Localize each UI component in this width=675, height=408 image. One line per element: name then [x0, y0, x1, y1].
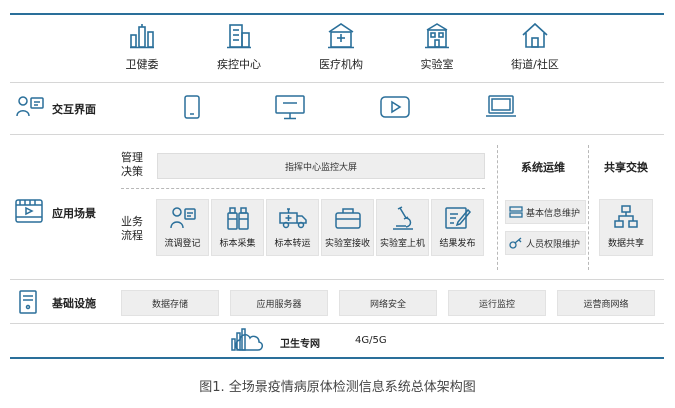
- mobile-network-label: 4G/5G: [355, 335, 387, 346]
- infra-item-carrier-network[interactable]: 运营商网络: [557, 290, 655, 316]
- org-label: 卫健委: [125, 58, 159, 71]
- mobile-phone-icon: [184, 95, 200, 119]
- infrastructure-label: 基础设施: [52, 297, 96, 310]
- org-label: 街道/社区: [511, 58, 559, 71]
- ops-item-label: 基本信息维护: [526, 208, 581, 219]
- cloud-network-icon: [231, 328, 263, 351]
- separator-2: [10, 134, 664, 135]
- ops-item-label: 人员权限维护: [526, 239, 581, 250]
- top-rule: [10, 13, 664, 15]
- flow-card-sampling[interactable]: 标本采集: [211, 199, 264, 256]
- business-label: 业务 流程: [121, 215, 143, 242]
- interaction-label: 交互界面: [52, 103, 96, 116]
- hospital-icon: [328, 23, 354, 49]
- infra-item-monitoring[interactable]: 运行监控: [448, 290, 546, 316]
- infra-item-network-security[interactable]: 网络安全: [339, 290, 437, 316]
- flow-card-transport[interactable]: 标本转运: [266, 199, 319, 256]
- figure-caption: 图1. 全场景疫情病原体检测信息系统总体架构图: [199, 380, 476, 395]
- command-center-banner: 指挥中心监控大屏: [157, 153, 485, 179]
- ops-title: 系统运维: [521, 161, 565, 174]
- bottom-rule: [10, 357, 664, 359]
- key-icon: [509, 237, 522, 249]
- cdc-building-icon: [227, 24, 251, 49]
- flow-card-publish[interactable]: 结果发布: [431, 199, 484, 256]
- separator-1: [10, 82, 664, 83]
- infra-item-label: 网络安全: [369, 299, 406, 310]
- community-house-icon: [522, 22, 548, 48]
- health-commission-icon: [130, 24, 154, 49]
- sample-bottles-icon: [227, 207, 249, 230]
- org-label: 实验室: [420, 58, 454, 71]
- report-pen-icon: [445, 207, 472, 229]
- monitor-icon: [275, 95, 305, 120]
- laptop-icon: [486, 95, 516, 117]
- management-label: 管理 决策: [121, 151, 143, 178]
- server-rack-icon: [19, 290, 37, 314]
- application-label: 应用场景: [52, 207, 96, 220]
- flow-card-survey[interactable]: 流调登记: [156, 199, 209, 256]
- infra-item-app-server[interactable]: 应用服务器: [230, 290, 328, 316]
- ops-item-basic-info[interactable]: 基本信息维护: [505, 200, 586, 224]
- video-player-icon: [380, 96, 410, 118]
- separator-4: [10, 323, 664, 324]
- microscope-icon: [393, 206, 413, 230]
- infra-item-label: 运营商网络: [583, 299, 629, 310]
- flow-card-reception[interactable]: 实验室接收: [321, 199, 374, 256]
- flow-card-label: 标本采集: [219, 239, 256, 249]
- survey-person-icon: [170, 207, 196, 229]
- flow-card-label: 结果发布: [439, 239, 476, 249]
- dashed-column-divider-1: [497, 145, 498, 270]
- dashed-column-divider-2: [588, 145, 589, 270]
- infra-item-label: 数据存储: [151, 299, 188, 310]
- network-tree-icon: [614, 205, 638, 228]
- org-label: 疾控中心: [217, 58, 261, 71]
- infra-item-label: 应用服务器: [256, 299, 302, 310]
- flow-card-testing[interactable]: 实验室上机: [376, 199, 429, 256]
- sample-box-icon: [335, 208, 361, 229]
- ambulance-icon: [279, 208, 307, 229]
- share-title: 共享交换: [604, 161, 648, 174]
- flow-card-label: 流调登记: [164, 239, 201, 249]
- private-network-label: 卫生专网: [280, 339, 320, 350]
- interaction-person-icon: [16, 96, 44, 117]
- laboratory-building-icon: [425, 23, 449, 49]
- flow-card-label: 实验室接收: [324, 239, 370, 249]
- flow-card-label: 数据共享: [607, 239, 644, 249]
- command-center-text: 指挥中心监控大屏: [284, 162, 357, 173]
- server-list-icon: [509, 206, 523, 218]
- separator-3: [10, 279, 664, 280]
- flow-card-label: 标本转运: [274, 239, 311, 249]
- ops-item-permission[interactable]: 人员权限维护: [505, 231, 586, 255]
- flow-card-label: 实验室上机: [379, 239, 425, 249]
- infra-item-label: 运行监控: [478, 299, 515, 310]
- application-video-icon: [15, 199, 43, 223]
- org-label: 医疗机构: [319, 58, 363, 71]
- share-data-card[interactable]: 数据共享: [599, 199, 653, 256]
- infra-item-storage[interactable]: 数据存储: [121, 290, 219, 316]
- dashed-divider: [121, 188, 485, 189]
